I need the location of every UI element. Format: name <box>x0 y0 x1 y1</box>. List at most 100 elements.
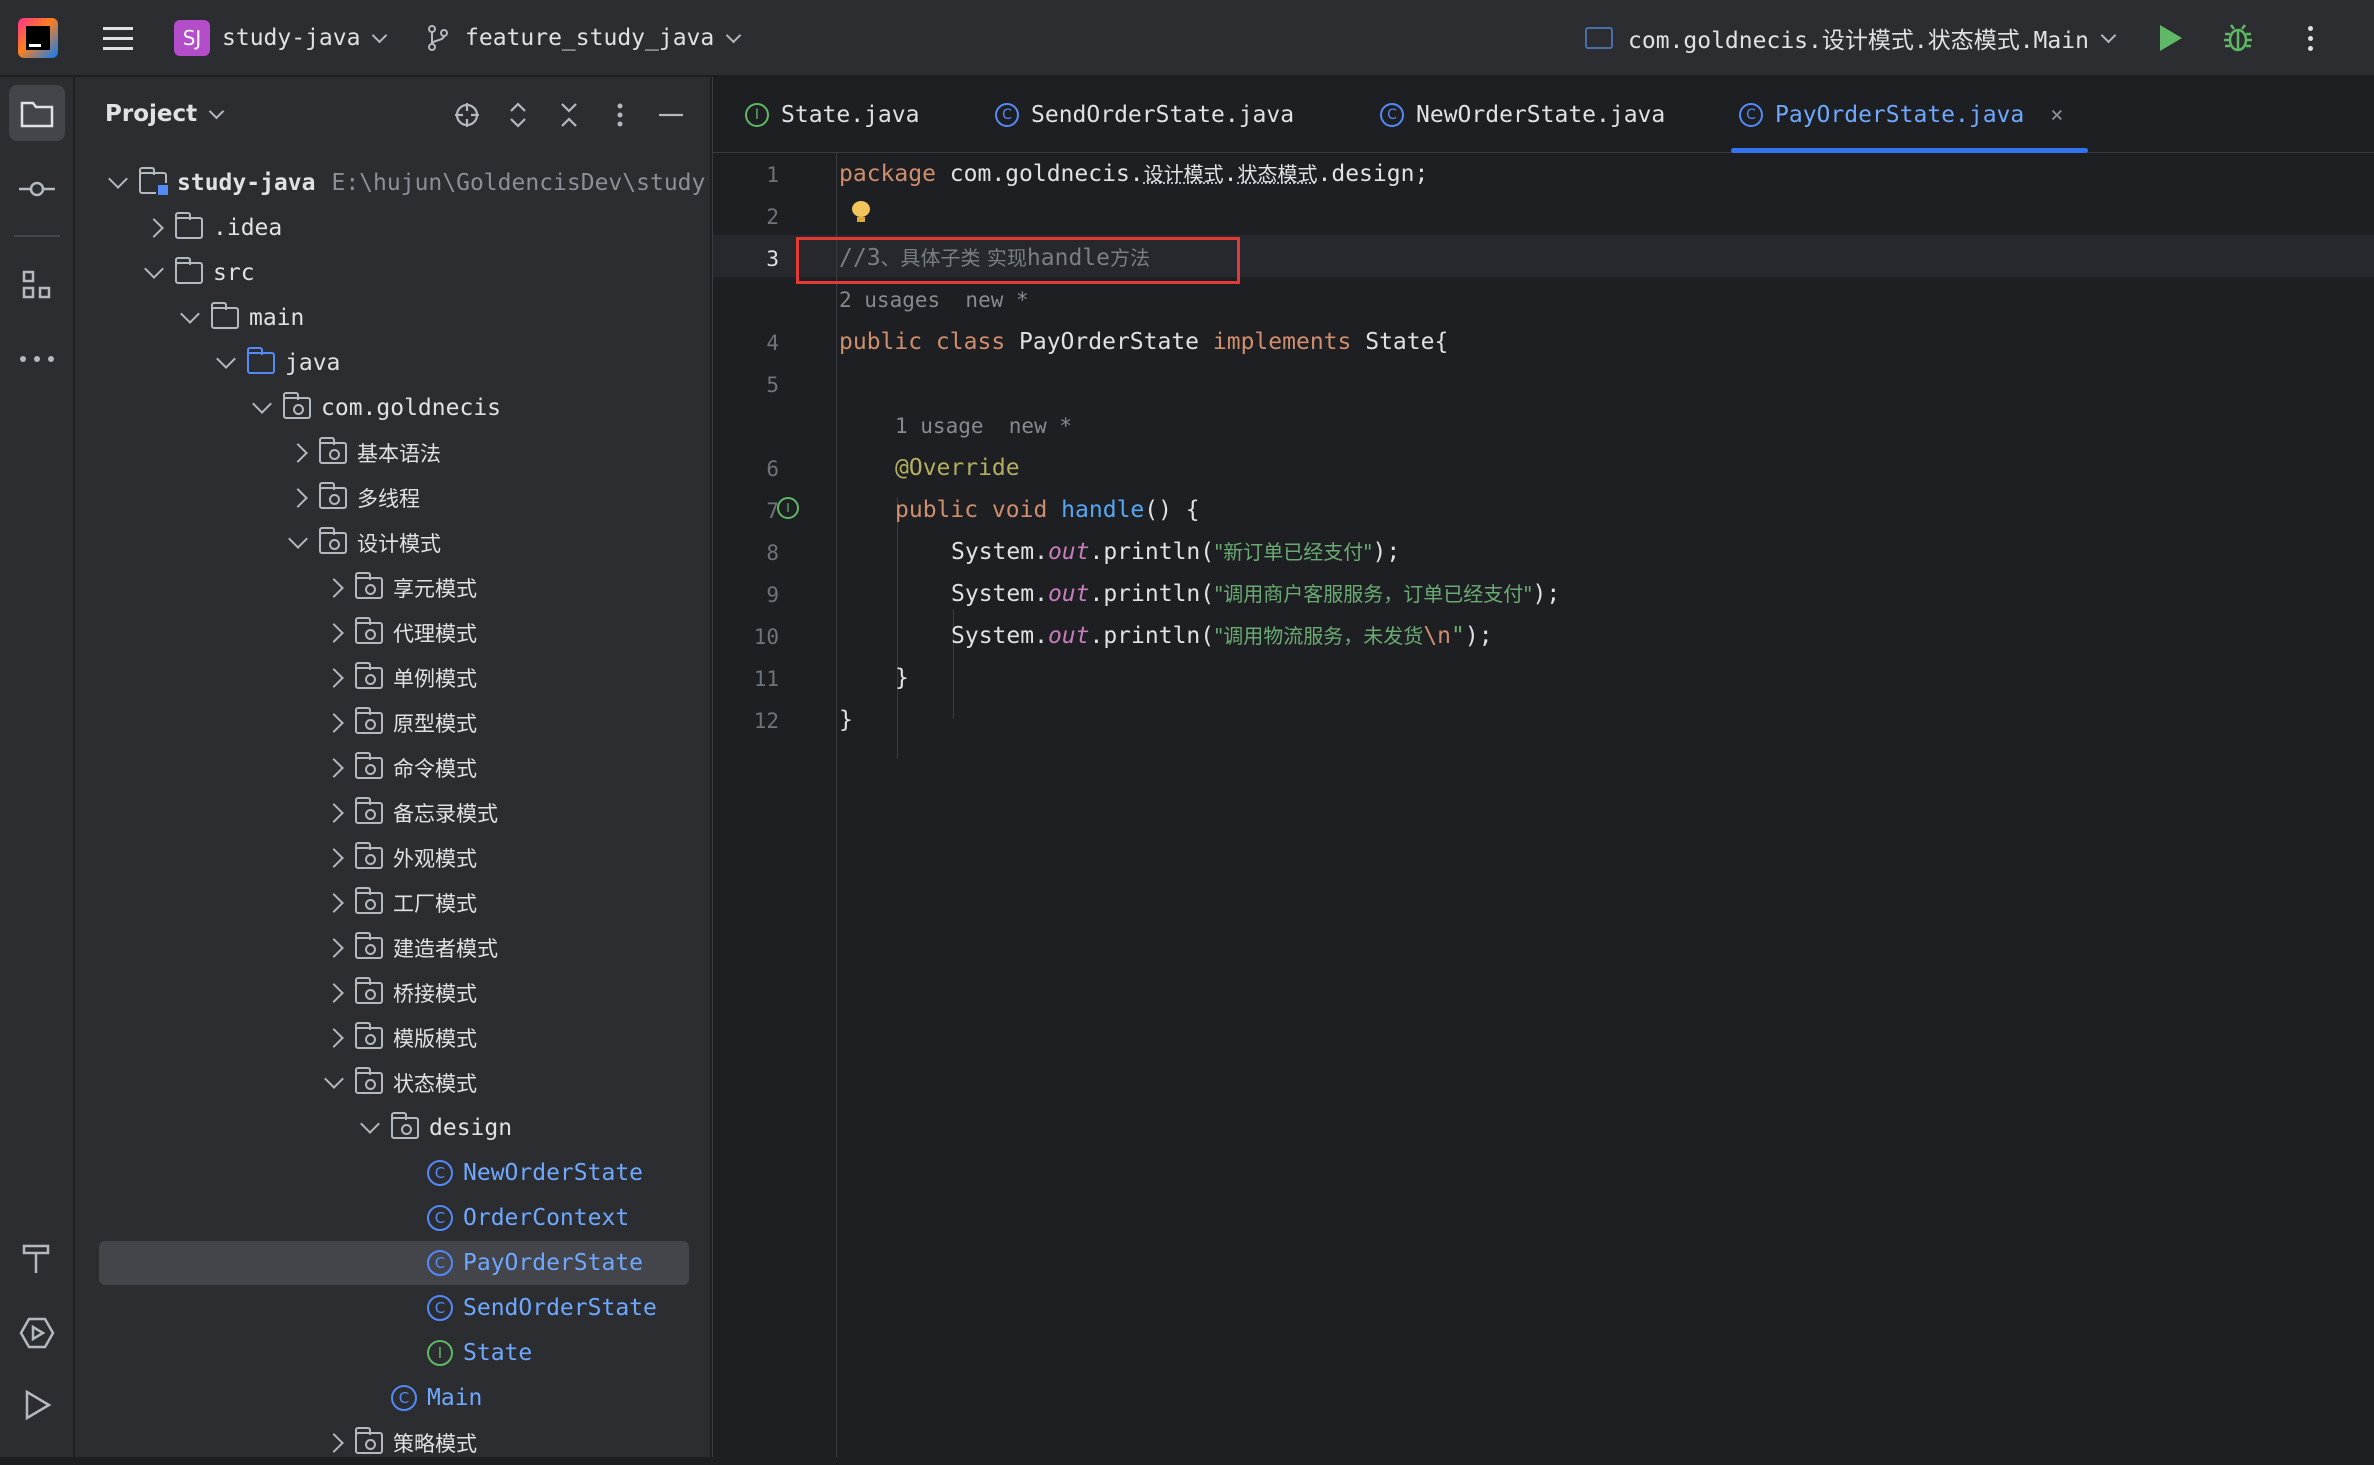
more-actions-icon[interactable] <box>2300 14 2320 62</box>
line-number[interactable]: 3 <box>719 247 779 271</box>
line-number[interactable]: 6 <box>719 457 779 481</box>
build-hammer-icon[interactable] <box>9 1231 65 1287</box>
chevron-down-icon[interactable] <box>360 1114 380 1134</box>
chevron-right-icon[interactable] <box>144 218 164 238</box>
tree-item[interactable]: C SendOrderState <box>99 1286 689 1330</box>
chevron-right-icon[interactable] <box>288 443 308 463</box>
chevron-right-icon[interactable] <box>324 848 344 868</box>
project-panel-header[interactable]: Project <box>105 101 225 127</box>
tree-item[interactable]: C Main <box>99 1376 689 1420</box>
tree-item[interactable]: 命令模式 <box>99 746 689 790</box>
tree-item[interactable]: 建造者模式 <box>99 926 689 970</box>
project-selector[interactable]: study-java <box>222 14 388 62</box>
options-icon[interactable] <box>604 99 636 131</box>
line-number[interactable]: 9 <box>719 583 779 607</box>
chevron-down-icon[interactable] <box>288 529 308 549</box>
tree-item[interactable]: 基本语法 <box>99 431 689 475</box>
chevron-down-icon[interactable] <box>252 394 272 414</box>
tree-item[interactable]: src <box>99 251 689 295</box>
locate-file-icon[interactable] <box>451 99 483 131</box>
line-number[interactable]: 2 <box>719 205 779 229</box>
chevron-right-icon[interactable] <box>324 668 344 688</box>
chevron-right-icon[interactable] <box>288 488 308 508</box>
run-icon[interactable] <box>2160 14 2190 62</box>
tree-item[interactable]: C PayOrderState <box>99 1241 689 1285</box>
project-tool-folder-icon[interactable] <box>9 85 65 141</box>
tree-item[interactable]: 单例模式 <box>99 656 689 700</box>
tree-item[interactable]: .idea <box>99 206 689 250</box>
line-number[interactable]: 7 <box>719 499 779 523</box>
code-token: handle <box>1047 497 1145 523</box>
tree-item[interactable]: 设计模式 <box>99 521 689 565</box>
line-number[interactable]: 4 <box>719 331 779 355</box>
highlight-box <box>796 237 1240 284</box>
chevron-down-icon[interactable] <box>144 259 164 279</box>
run-config-selector[interactable]: com.goldnecis.设计模式.状态模式.Main <box>1628 14 2117 62</box>
commit-icon[interactable] <box>9 161 65 217</box>
class-icon: C <box>995 103 1019 127</box>
tree-item[interactable]: 享元模式 <box>99 566 689 610</box>
line-number[interactable]: 5 <box>719 373 779 397</box>
tree-item[interactable]: 模版模式 <box>99 1016 689 1060</box>
line-number[interactable]: 8 <box>719 541 779 565</box>
chevron-down-icon[interactable] <box>108 169 128 189</box>
tree-item[interactable]: 工厂模式 <box>99 881 689 925</box>
line-number[interactable]: 12 <box>719 709 779 733</box>
chevron-right-icon[interactable] <box>324 578 344 598</box>
project-panel-title: Project <box>105 101 198 127</box>
debug-icon[interactable] <box>2222 14 2256 62</box>
usages-hint[interactable]: 1 usage new * <box>895 405 1072 447</box>
chevron-right-icon[interactable] <box>324 938 344 958</box>
tree-item[interactable]: 桥接模式 <box>99 971 689 1015</box>
tree-item[interactable]: 备忘录模式 <box>99 791 689 835</box>
tree-item[interactable]: C NewOrderState <box>99 1151 689 1195</box>
branch-selector[interactable]: feature_study_java <box>465 14 742 62</box>
chevron-right-icon[interactable] <box>324 893 344 913</box>
intellij-logo-icon[interactable] <box>18 18 58 58</box>
chevron-right-icon[interactable] <box>324 803 344 823</box>
hide-panel-icon[interactable] <box>655 99 687 131</box>
chevron-right-icon[interactable] <box>324 1433 344 1453</box>
chevron-down-icon[interactable] <box>324 1069 344 1089</box>
chevron-right-icon[interactable] <box>324 983 344 1003</box>
expand-all-icon[interactable] <box>502 99 534 131</box>
chevron-right-icon[interactable] <box>324 623 344 643</box>
tree-item[interactable]: 代理模式 <box>99 611 689 655</box>
chevron-down-icon[interactable] <box>180 304 200 324</box>
tree-item[interactable]: com.goldnecis <box>99 386 689 430</box>
package-icon <box>354 1022 383 1049</box>
more-tools-icon[interactable] <box>9 331 65 387</box>
chevron-down-icon[interactable] <box>216 349 236 369</box>
structure-icon[interactable] <box>9 257 65 313</box>
tree-item[interactable]: 外观模式 <box>99 836 689 880</box>
editor-tab[interactable]: I State.java <box>737 77 943 153</box>
editor-tab[interactable]: C NewOrderState.java <box>1372 77 1689 153</box>
usages-hint[interactable]: 2 usages new * <box>839 279 1029 321</box>
tree-item[interactable]: main <box>99 296 689 340</box>
tree-item[interactable]: study-java E:\hujun\GoldencisDev\study <box>99 161 705 205</box>
tree-item[interactable]: C OrderContext <box>99 1196 689 1240</box>
tree-item[interactable]: 状态模式 <box>99 1061 689 1105</box>
lightbulb-icon[interactable] <box>852 201 870 223</box>
collapse-all-icon[interactable] <box>553 99 585 131</box>
close-tab-icon[interactable]: × <box>2050 103 2063 128</box>
implements-method-icon[interactable]: I <box>777 497 799 519</box>
run-tool-icon[interactable] <box>9 1377 65 1433</box>
chevron-right-icon[interactable] <box>324 713 344 733</box>
tree-item[interactable]: 原型模式 <box>99 701 689 745</box>
tree-item[interactable]: 策略模式 <box>99 1421 689 1465</box>
tree-item[interactable]: I State <box>99 1331 689 1375</box>
tree-item[interactable]: java <box>99 341 689 385</box>
editor-tab[interactable]: C SendOrderState.java <box>987 77 1318 153</box>
chevron-right-icon[interactable] <box>324 1028 344 1048</box>
services-icon[interactable] <box>9 1305 65 1361</box>
line-number[interactable]: 1 <box>719 163 779 187</box>
main-menu-icon[interactable] <box>98 14 138 62</box>
tree-item[interactable]: design <box>99 1106 689 1150</box>
line-number[interactable]: 10 <box>719 625 779 649</box>
chevron-right-icon[interactable] <box>324 758 344 778</box>
line-number[interactable]: 11 <box>719 667 779 691</box>
editor-tab[interactable]: C PayOrderState.java × <box>1731 77 2088 153</box>
project-badge[interactable]: SJ <box>174 20 210 56</box>
tree-item[interactable]: 多线程 <box>99 476 689 520</box>
